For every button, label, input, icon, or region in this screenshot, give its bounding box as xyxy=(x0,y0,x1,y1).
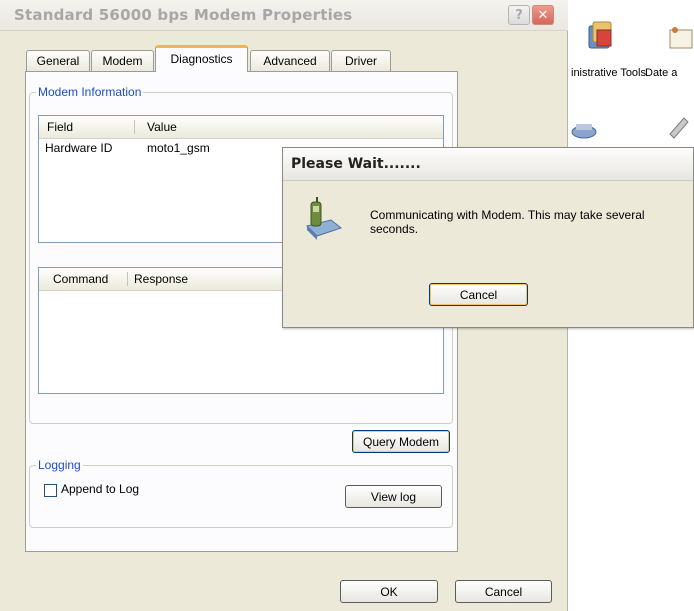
dialog-title-bar[interactable]: Please Wait....... xyxy=(283,148,693,181)
desktop-label-admin-tools[interactable]: inistrative Tools xyxy=(571,67,646,80)
modem-information-label: Modem Information xyxy=(36,85,144,99)
column-divider[interactable] xyxy=(127,272,128,286)
help-button[interactable]: ? xyxy=(508,5,530,25)
desktop-label-date[interactable]: Date a xyxy=(645,67,677,80)
tab-general[interactable]: General xyxy=(26,50,90,71)
view-log-button[interactable]: View log xyxy=(345,485,442,508)
ok-button[interactable]: OK xyxy=(340,580,438,603)
close-button[interactable]: ✕ xyxy=(532,5,554,25)
tab-modem[interactable]: Modem xyxy=(91,50,154,71)
column-header-response[interactable]: Response xyxy=(134,272,188,286)
pen-icon xyxy=(669,117,689,139)
dialog-message: Communicating with Modem. This may take … xyxy=(370,208,645,236)
cancel-button[interactable]: Cancel xyxy=(455,580,552,603)
window-title: Standard 56000 bps Modem Properties xyxy=(14,6,353,24)
append-to-log-label[interactable]: Append to Log xyxy=(61,482,139,496)
desktop-icon-3[interactable] xyxy=(570,120,602,147)
network-icon xyxy=(571,124,597,139)
tab-advanced[interactable]: Advanced xyxy=(250,50,330,71)
title-bar[interactable]: Standard 56000 bps Modem Properties ? ✕ xyxy=(0,0,568,31)
column-header-field[interactable]: Field xyxy=(47,120,73,134)
query-modem-button[interactable]: Query Modem xyxy=(352,430,450,453)
admin-tools-icon xyxy=(588,21,612,49)
question-mark-icon: ? xyxy=(515,7,523,23)
calendar-icon xyxy=(669,27,693,49)
column-header-command[interactable]: Command xyxy=(53,272,108,286)
tab-driver[interactable]: Driver xyxy=(331,50,391,71)
date-time-icon[interactable] xyxy=(664,22,694,55)
modem-info-header: Field Value xyxy=(39,116,443,139)
desktop-icon-4[interactable] xyxy=(666,112,694,143)
administrative-tools-icon[interactable] xyxy=(585,18,617,55)
append-to-log-checkbox[interactable] xyxy=(44,484,57,497)
modem-phone-icon xyxy=(306,197,343,240)
dialog-title: Please Wait....... xyxy=(291,156,421,172)
column-header-value[interactable]: Value xyxy=(147,120,177,134)
please-wait-dialog: Please Wait....... Communicating with Mo… xyxy=(282,147,694,328)
close-icon: ✕ xyxy=(537,7,549,23)
column-divider[interactable] xyxy=(134,120,135,134)
row-value: moto1_gsm xyxy=(147,141,210,155)
dialog-cancel-button[interactable]: Cancel xyxy=(429,283,528,306)
tab-diagnostics[interactable]: Diagnostics xyxy=(155,45,248,72)
logging-label: Logging xyxy=(36,458,83,472)
row-field: Hardware ID xyxy=(45,141,113,155)
